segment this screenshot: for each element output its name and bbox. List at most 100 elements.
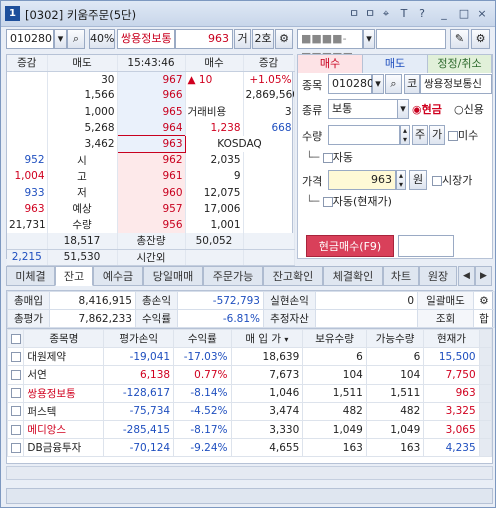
ask-row[interactable]: 1,566 966 2,869,560 (7, 87, 295, 104)
col-hold[interactable]: 보유수량 (302, 328, 367, 349)
order-code-dropdown-icon[interactable]: ▾ (372, 74, 384, 94)
sort-dropdown-icon[interactable]: ▾ (284, 335, 288, 344)
bulk-sell-button[interactable]: 일괄매도 (417, 291, 474, 310)
tab-daily-trade[interactable]: 당일매매 (143, 266, 203, 286)
col-pl[interactable]: 평가손익 (103, 328, 175, 349)
code-button[interactable]: 코 (404, 74, 420, 94)
quantity-stepper[interactable]: ▴ ▾ (400, 125, 410, 145)
pin-icon[interactable]: ⌖ (379, 6, 393, 21)
buy-submit-button[interactable]: 현금매수(F9) (306, 235, 394, 257)
misu-checkbox[interactable]: 미수 (448, 127, 478, 143)
ask-price[interactable]: 967 (117, 71, 186, 88)
code-dropdown-icon[interactable]: ▾ (54, 29, 67, 49)
auto-qty-checkbox[interactable]: └─ 자동 (306, 149, 353, 165)
bid-row[interactable]: 952 시 962 2,035 (7, 152, 295, 169)
bid-row[interactable]: 933 저 960 12,075 (7, 184, 295, 201)
tab-ledger[interactable]: 원장 (419, 266, 457, 286)
settings-gear-icon[interactable]: ⚙ (275, 29, 293, 49)
font-icon[interactable]: T (397, 6, 411, 21)
bid-price[interactable]: 957 (117, 200, 186, 217)
order-code-input[interactable]: 010280 (328, 74, 374, 94)
order-type-select[interactable]: 보통 (328, 99, 398, 119)
ask-row[interactable]: 1,000 965 거래비용 3 (7, 103, 295, 120)
col-rate[interactable]: 수익률 (173, 328, 232, 349)
tab-deposit[interactable]: 예수금 (93, 266, 143, 286)
row-checkbox[interactable] (11, 406, 21, 417)
close-icon[interactable]: × (475, 6, 489, 21)
order-search-icon[interactable]: ⌕ (385, 74, 402, 94)
order-type-dropdown-icon[interactable]: ▾ (397, 99, 409, 119)
bid-row[interactable]: 21,731 수량 956 1,001 (7, 216, 295, 234)
account-dropdown-icon[interactable]: ▾ (363, 29, 375, 49)
row-checkbox[interactable] (11, 442, 21, 453)
sum-button[interactable]: 합 (473, 309, 495, 328)
tab-scroll-left-icon[interactable]: ◀ (458, 266, 475, 286)
table-row[interactable]: 서연 6,138 0.77% 7,673 104 104 7,750 (6, 365, 493, 385)
search-icon[interactable]: ⌕ (67, 29, 85, 49)
bid-row[interactable]: 1,004 고 961 9 (7, 168, 295, 185)
summary-gear-icon[interactable]: ⚙ (473, 291, 495, 310)
row-checkbox[interactable] (11, 388, 21, 399)
auto-price-checkbox[interactable]: └─ 자동(현재가) (306, 193, 392, 209)
ask-price[interactable]: 966 (117, 87, 186, 104)
bid-price[interactable]: 960 (117, 184, 186, 201)
ask-price[interactable]: 965 (117, 103, 186, 120)
credit-radio[interactable]: ○신용 (454, 101, 484, 117)
col-buy-price[interactable]: 매 입 가 ▾ (230, 328, 304, 349)
tab-unfilled[interactable]: 미체결 (6, 266, 55, 286)
minimize-icon[interactable]: _ (437, 6, 451, 21)
row-checkbox[interactable] (11, 351, 21, 362)
account-select[interactable]: ■■■■-■■■■■ (297, 29, 363, 63)
password-input[interactable] (376, 29, 446, 49)
row-checkbox[interactable] (11, 369, 21, 380)
row-checkbox[interactable] (11, 424, 21, 435)
ratio-button[interactable]: 40% (89, 29, 115, 49)
table-row[interactable]: 대원제약 -19,041 -17.03% 18,639 6 6 15,500 (6, 347, 493, 367)
bid-price[interactable]: 962 (117, 152, 186, 169)
ask-row[interactable]: 30 967 ▲ 10 +1.05% (7, 71, 295, 88)
tab-fill-check[interactable]: 체결확인 (323, 266, 383, 286)
tab-sell[interactable]: 매도 (363, 55, 428, 73)
restore-icon[interactable]: ㅁ (363, 6, 377, 21)
help-icon[interactable]: ? (415, 6, 429, 21)
ask-row[interactable]: 3,462 963 KOSDAQ (7, 135, 295, 153)
max-amount-button[interactable]: 가 (429, 125, 445, 145)
minimize-all-icon[interactable]: ㅁ (347, 6, 361, 21)
query-button[interactable]: 조회 (417, 309, 474, 328)
tab-buy[interactable]: 매수 (298, 55, 363, 73)
table-row[interactable]: DB금융투자 -70,124 -9.24% 4,655 163 163 4,235 (6, 438, 493, 458)
tab-scroll-right-icon[interactable]: ▶ (475, 266, 492, 286)
stock-code-input[interactable]: 010280 (6, 29, 54, 49)
won-button[interactable]: 원 (409, 170, 427, 190)
table-row[interactable]: 쌍용정보통 -128,617 -8.14% 1,046 1,511 1,511 963 (6, 383, 493, 403)
price-stepper[interactable]: ▴ ▾ (396, 170, 406, 190)
ask-price-current[interactable]: 963 (116, 135, 186, 153)
col-current[interactable]: 현재가 (423, 328, 480, 349)
bid-price[interactable]: 961 (117, 168, 186, 185)
exchange-button[interactable]: 거 (234, 29, 251, 49)
edit-icon[interactable]: ✎ (450, 29, 469, 49)
price-input[interactable]: 963 (328, 170, 396, 190)
quote-level-button[interactable]: 2호 (252, 29, 274, 49)
tab-balance-check[interactable]: 잔고확인 (263, 266, 323, 286)
market-price-checkbox[interactable]: 시장가 (432, 172, 472, 188)
tab-order-available[interactable]: 주문가능 (203, 266, 263, 286)
select-all-checkbox[interactable] (11, 333, 21, 344)
quantity-input[interactable] (328, 125, 400, 145)
table-row[interactable]: 퍼스텍 -75,734 -4.52% 3,474 482 482 3,325 (6, 401, 493, 421)
order-settings-gear-icon[interactable]: ⚙ (471, 29, 490, 49)
col-name[interactable]: 종목명 (23, 328, 105, 349)
horizontal-scrollbar[interactable] (6, 466, 493, 480)
tab-chart[interactable]: 차트 (383, 266, 419, 286)
tab-modify-cancel[interactable]: 정정/취소 (428, 55, 492, 73)
cash-radio[interactable]: ◉현금 (412, 101, 442, 117)
col-avail[interactable]: 가능수량 (365, 328, 425, 349)
table-row[interactable]: 메디앙스 -285,415 -8.17% 3,330 1,049 1,049 3,065 (6, 419, 493, 440)
bid-price[interactable]: 956 (117, 216, 186, 234)
bid-row[interactable]: 963 예상 957 17,006 (7, 200, 295, 217)
tab-balance[interactable]: 잔고 (55, 266, 93, 286)
ask-price[interactable]: 964 (117, 119, 186, 136)
ask-row[interactable]: 5,268 964 1,238 668 (7, 119, 295, 136)
unit-shares-button[interactable]: 주 (412, 125, 428, 145)
maximize-icon[interactable]: □ (457, 6, 471, 21)
